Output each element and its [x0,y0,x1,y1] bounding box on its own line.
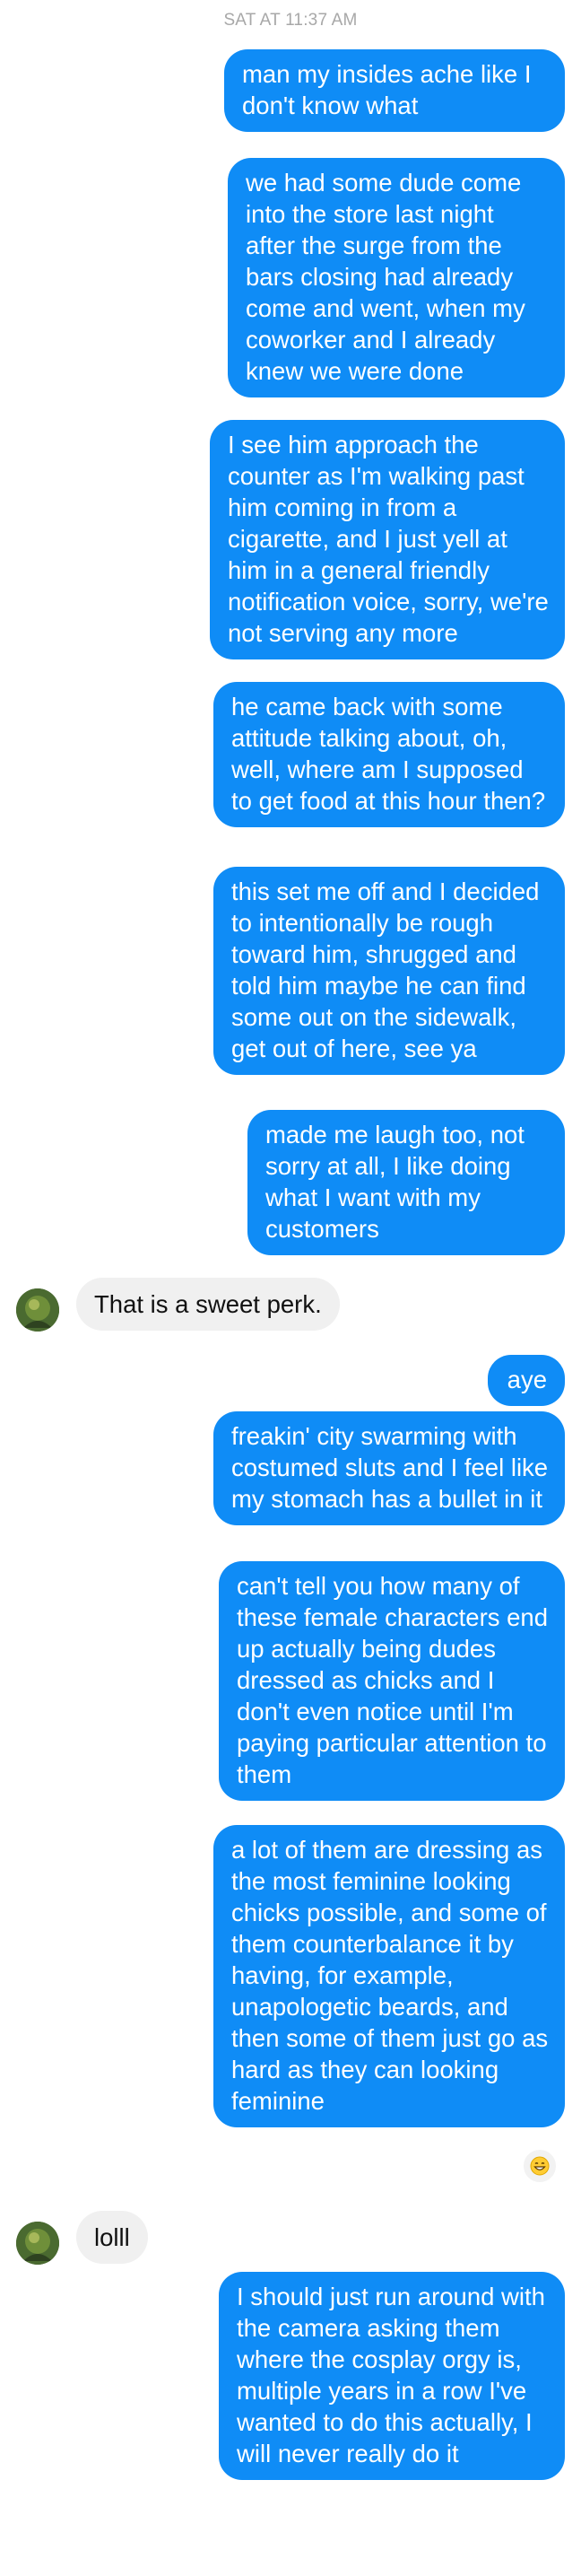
avatar-image [16,2222,59,2265]
message-bubble-outgoing[interactable]: I see him approach the counter as I'm wa… [210,420,565,659]
thread-timestamp: SAT AT 11:37 AM [223,11,358,30]
message-bubble-outgoing[interactable]: he came back with some attitude talking … [213,682,565,827]
message-bubble-incoming[interactable]: lolll [76,2211,148,2264]
message-bubble-outgoing[interactable]: we had some dude come into the store las… [228,158,565,397]
contact-avatar[interactable] [16,1288,59,1332]
avatar-image [16,1288,59,1332]
message-bubble-incoming[interactable]: That is a sweet perk. [76,1278,340,1331]
grinning-face-icon [530,2156,550,2176]
reaction-badge[interactable] [522,2148,558,2184]
message-bubble-outgoing[interactable]: man my insides ache like I don't know wh… [224,49,565,132]
message-bubble-outgoing[interactable]: can't tell you how many of these female … [219,1561,565,1801]
contact-avatar[interactable] [16,2222,59,2265]
message-bubble-outgoing[interactable]: freakin' city swarming with costumed slu… [213,1411,565,1525]
message-bubble-outgoing[interactable]: this set me off and I decided to intenti… [213,867,565,1075]
message-bubble-outgoing[interactable]: made me laugh too, not sorry at all, I l… [247,1110,565,1255]
message-bubble-outgoing[interactable]: a lot of them are dressing as the most f… [213,1825,565,2127]
message-bubble-outgoing[interactable]: aye [487,1355,565,1406]
message-bubble-outgoing[interactable]: I should just run around with the camera… [219,2272,565,2480]
